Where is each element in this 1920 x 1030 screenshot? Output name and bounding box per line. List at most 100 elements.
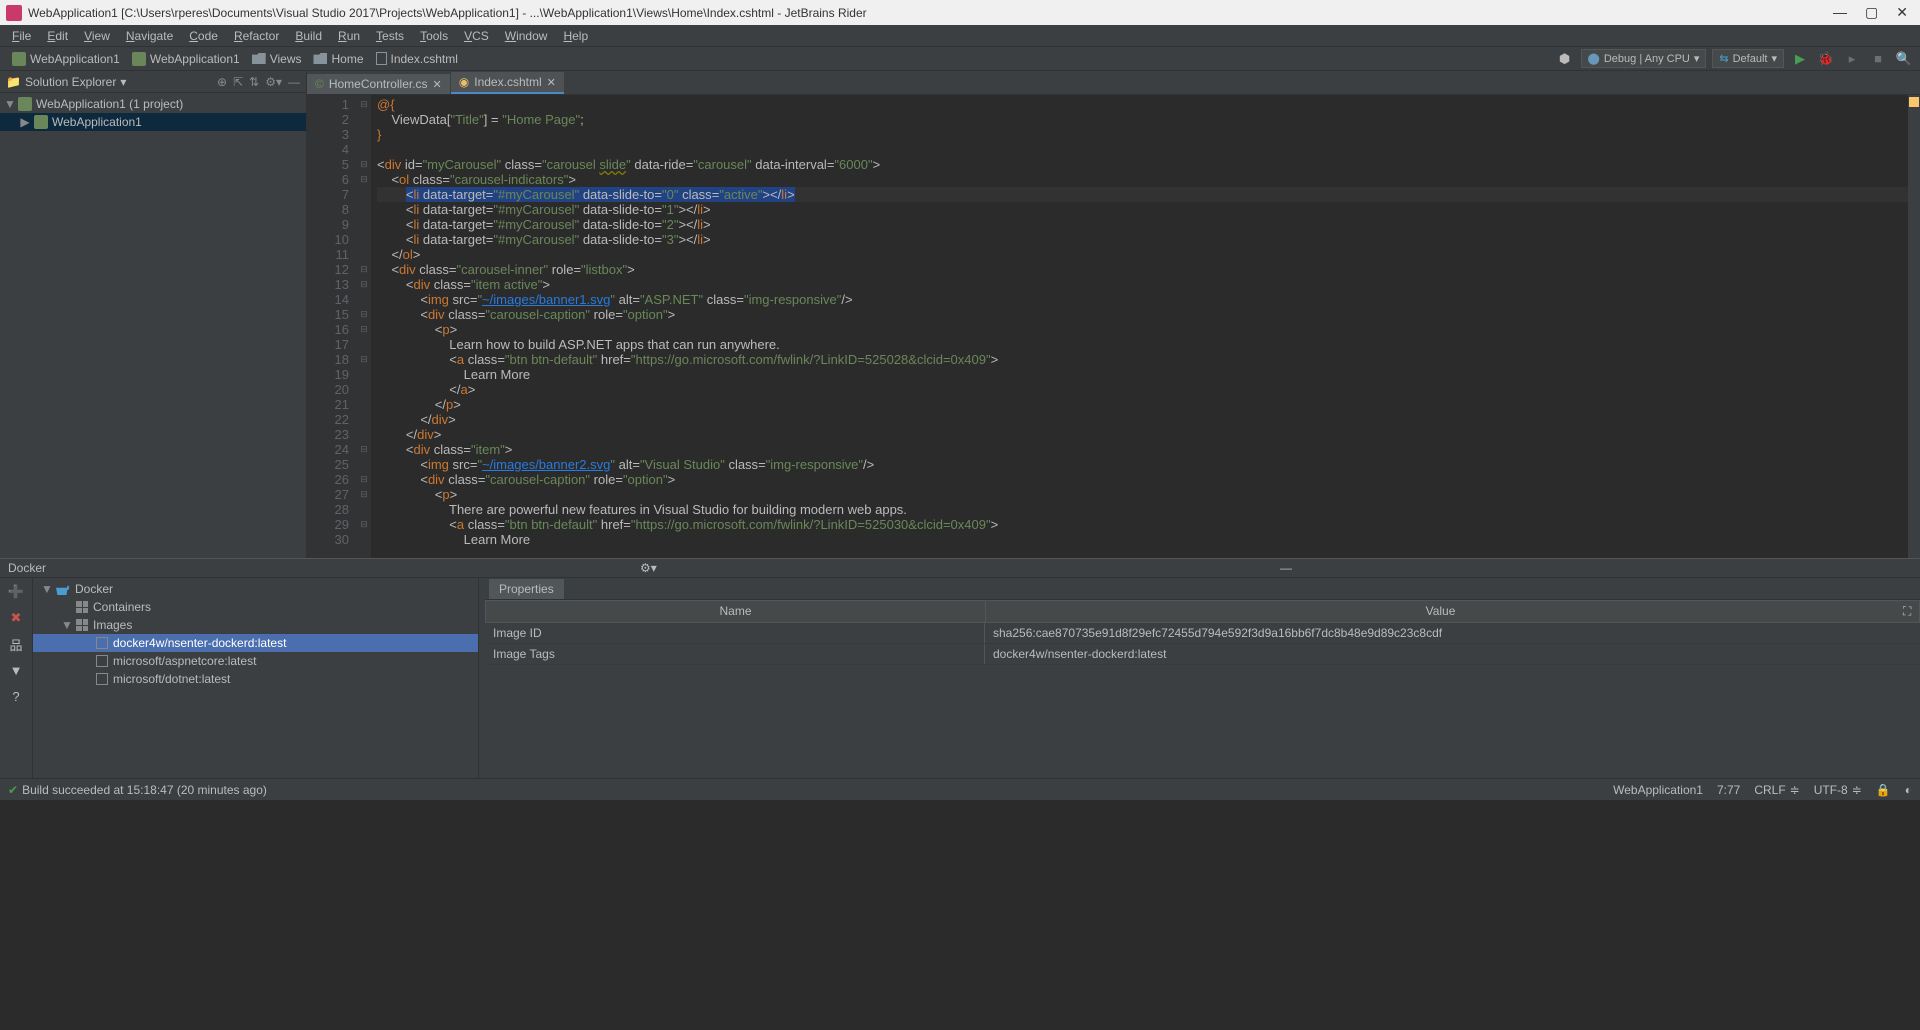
docker-hide-icon[interactable]: — bbox=[1280, 561, 1912, 575]
close-button[interactable]: ✕ bbox=[1896, 4, 1908, 21]
stop-button[interactable]: ■ bbox=[1868, 49, 1888, 69]
docker-tree-item[interactable]: ▼Images bbox=[33, 616, 478, 634]
breadcrumb-2[interactable]: Views bbox=[246, 50, 308, 68]
hide-icon[interactable]: — bbox=[288, 75, 300, 89]
html-file-icon: ◉ bbox=[459, 75, 469, 89]
editor-tab[interactable]: ©HomeController.cs✕ bbox=[307, 74, 450, 94]
help-icon[interactable]: ? bbox=[8, 688, 24, 704]
docker-title-bar[interactable]: Docker ⚙▾ — bbox=[0, 559, 1920, 578]
status-processes-icon[interactable]: ◐ bbox=[1905, 783, 1912, 797]
solution-tree-item[interactable]: ▶WebApplication1 bbox=[0, 113, 306, 131]
warning-indicator[interactable] bbox=[1909, 97, 1919, 107]
status-encoding[interactable]: UTF-8≑ bbox=[1814, 783, 1862, 797]
search-button[interactable]: 🔍 bbox=[1894, 49, 1914, 69]
menu-navigate[interactable]: Navigate bbox=[120, 27, 179, 45]
status-bar: ✔ Build succeeded at 15:18:47 (20 minute… bbox=[0, 778, 1920, 800]
grid-icon bbox=[76, 601, 88, 613]
tree-arrow-icon[interactable]: ▼ bbox=[4, 97, 14, 111]
property-value: sha256:cae870735e91d8f29efc72455d794e592… bbox=[985, 623, 1920, 643]
target-icon[interactable]: ⊕ bbox=[217, 75, 227, 89]
attach-button[interactable]: ▸ bbox=[1842, 49, 1862, 69]
solution-explorer-header: 📁 Solution Explorer ▾ ⊕ ⇱ ⇅ ⚙▾ — bbox=[0, 71, 306, 93]
docker-tree-label: microsoft/dotnet:latest bbox=[113, 672, 230, 686]
solution-tree-item[interactable]: ▼WebApplication1 (1 project) bbox=[0, 95, 306, 113]
column-value[interactable]: Value bbox=[986, 601, 1895, 622]
menu-vcs[interactable]: VCS bbox=[458, 27, 495, 45]
breadcrumb-0[interactable]: WebApplication1 bbox=[6, 50, 126, 68]
run-button[interactable]: ▶ bbox=[1790, 49, 1810, 69]
docker-icon bbox=[56, 583, 70, 595]
configuration-dropdown[interactable]: ⬤ Debug | Any CPU ▾ bbox=[1581, 49, 1707, 68]
debug-button[interactable]: 🐞 bbox=[1816, 49, 1836, 69]
expand-icon[interactable]: ⛶ bbox=[1895, 601, 1919, 622]
docker-toolbar: ➕ ✖ 品 ▼ ? bbox=[0, 578, 33, 778]
docker-tree[interactable]: ▼Docker Containers ▼Imagesdocker4w/nsenter… bbox=[33, 578, 479, 778]
docker-panel: Docker ⚙▾ — ➕ ✖ 品 ▼ ? ▼DockerContainers▼… bbox=[0, 558, 1920, 778]
sort-icon[interactable]: ⇅ bbox=[249, 75, 259, 89]
maximize-button[interactable]: ▢ bbox=[1865, 4, 1878, 21]
build-solution-icon[interactable]: ⬢ bbox=[1555, 49, 1575, 69]
solution-tree[interactable]: ▼WebApplication1 (1 project)▶WebApplicat… bbox=[0, 93, 306, 558]
breadcrumb-3[interactable]: Home bbox=[307, 50, 369, 68]
breadcrumb-1[interactable]: WebApplication1 bbox=[126, 50, 246, 68]
property-name: Image Tags bbox=[485, 644, 985, 664]
status-project[interactable]: WebApplication1 bbox=[1613, 783, 1703, 797]
menu-build[interactable]: Build bbox=[289, 27, 328, 45]
status-eol[interactable]: CRLF≑ bbox=[1754, 783, 1799, 797]
status-caret[interactable]: 7:77 bbox=[1717, 783, 1740, 797]
status-lock-icon[interactable]: 🔒 bbox=[1876, 783, 1891, 797]
collapse-icon[interactable]: ⇱ bbox=[233, 75, 243, 89]
property-row[interactable]: Image Tagsdocker4w/nsenter-dockerd:lates… bbox=[485, 644, 1920, 665]
run-config-dropdown[interactable]: ⇆ Default ▾ bbox=[1712, 49, 1784, 68]
docker-tree-label: Containers bbox=[93, 600, 151, 614]
solution-explorer-panel: 📁 Solution Explorer ▾ ⊕ ⇱ ⇅ ⚙▾ — ▼WebApp… bbox=[0, 71, 307, 558]
docker-tree-item[interactable]: Containers bbox=[33, 598, 478, 616]
tree-arrow-icon[interactable]: ▼ bbox=[61, 618, 71, 632]
dropdown-icon[interactable]: ▾ bbox=[120, 75, 126, 89]
minimize-button[interactable]: — bbox=[1833, 4, 1847, 21]
tree-arrow-icon[interactable]: ▼ bbox=[41, 582, 51, 596]
docker-tree-item[interactable]: ▼Docker bbox=[33, 580, 478, 598]
menu-code[interactable]: Code bbox=[183, 27, 224, 45]
breadcrumb-4[interactable]: Index.cshtml bbox=[370, 50, 464, 68]
menu-tests[interactable]: Tests bbox=[370, 27, 410, 45]
docker-tree-item[interactable]: microsoft/aspnetcore:latest bbox=[33, 652, 478, 670]
close-tab-icon[interactable]: ✕ bbox=[547, 76, 556, 89]
menu-view[interactable]: View bbox=[78, 27, 116, 45]
menu-tools[interactable]: Tools bbox=[414, 27, 454, 45]
window-title: WebApplication1 [C:\Users\rperes\Documen… bbox=[28, 6, 1833, 20]
editor-area: ©HomeController.cs✕◉Index.cshtml✕ 123456… bbox=[307, 71, 1920, 558]
error-stripe[interactable] bbox=[1908, 95, 1920, 558]
line-gutter[interactable]: 1234567891011121314151617181920212223242… bbox=[307, 95, 357, 558]
property-value: docker4w/nsenter-dockerd:latest bbox=[985, 644, 1920, 664]
menu-window[interactable]: Window bbox=[499, 27, 554, 45]
filter-icon[interactable]: ▼ bbox=[8, 662, 24, 678]
menu-run[interactable]: Run bbox=[332, 27, 366, 45]
tree-icon[interactable]: 品 bbox=[8, 636, 24, 652]
menu-edit[interactable]: Edit bbox=[41, 27, 74, 45]
breadcrumb-label: Views bbox=[270, 52, 302, 66]
image-icon bbox=[96, 637, 108, 649]
breadcrumb-label: Index.cshtml bbox=[391, 52, 458, 66]
tree-arrow-icon[interactable]: ▶ bbox=[20, 115, 30, 129]
docker-tree-label: microsoft/aspnetcore:latest bbox=[113, 654, 256, 668]
deploy-icon[interactable]: ➕ bbox=[8, 584, 24, 600]
code-content[interactable]: @{ ViewData["Title"] = "Home Page";}<div… bbox=[371, 95, 1908, 558]
settings-icon[interactable]: ⚙▾ bbox=[265, 75, 282, 89]
title-bar: WebApplication1 [C:\Users\rperes\Documen… bbox=[0, 0, 1920, 25]
docker-gear-icon[interactable]: ⚙▾ bbox=[640, 561, 1272, 575]
properties-tab[interactable]: Properties bbox=[489, 579, 564, 599]
fold-gutter[interactable]: ⊟⊟⊟⊟⊟⊟⊟⊟⊟⊟⊟⊟ bbox=[357, 95, 371, 558]
docker-tree-item[interactable]: microsoft/dotnet:latest bbox=[33, 670, 478, 688]
editor-tab[interactable]: ◉Index.cshtml✕ bbox=[451, 72, 564, 94]
delete-icon[interactable]: ✖ bbox=[8, 610, 24, 626]
menu-help[interactable]: Help bbox=[557, 27, 594, 45]
menu-file[interactable]: File bbox=[6, 27, 37, 45]
close-tab-icon[interactable]: ✕ bbox=[433, 78, 442, 91]
docker-tree-item[interactable]: docker4w/nsenter-dockerd:latest bbox=[33, 634, 478, 652]
menu-refactor[interactable]: Refactor bbox=[228, 27, 285, 45]
build-status[interactable]: Build succeeded at 15:18:47 (20 minutes … bbox=[22, 783, 267, 797]
column-name[interactable]: Name bbox=[486, 601, 986, 622]
property-row[interactable]: Image IDsha256:cae870735e91d8f29efc72455… bbox=[485, 623, 1920, 644]
code-editor[interactable]: 1234567891011121314151617181920212223242… bbox=[307, 95, 1920, 558]
